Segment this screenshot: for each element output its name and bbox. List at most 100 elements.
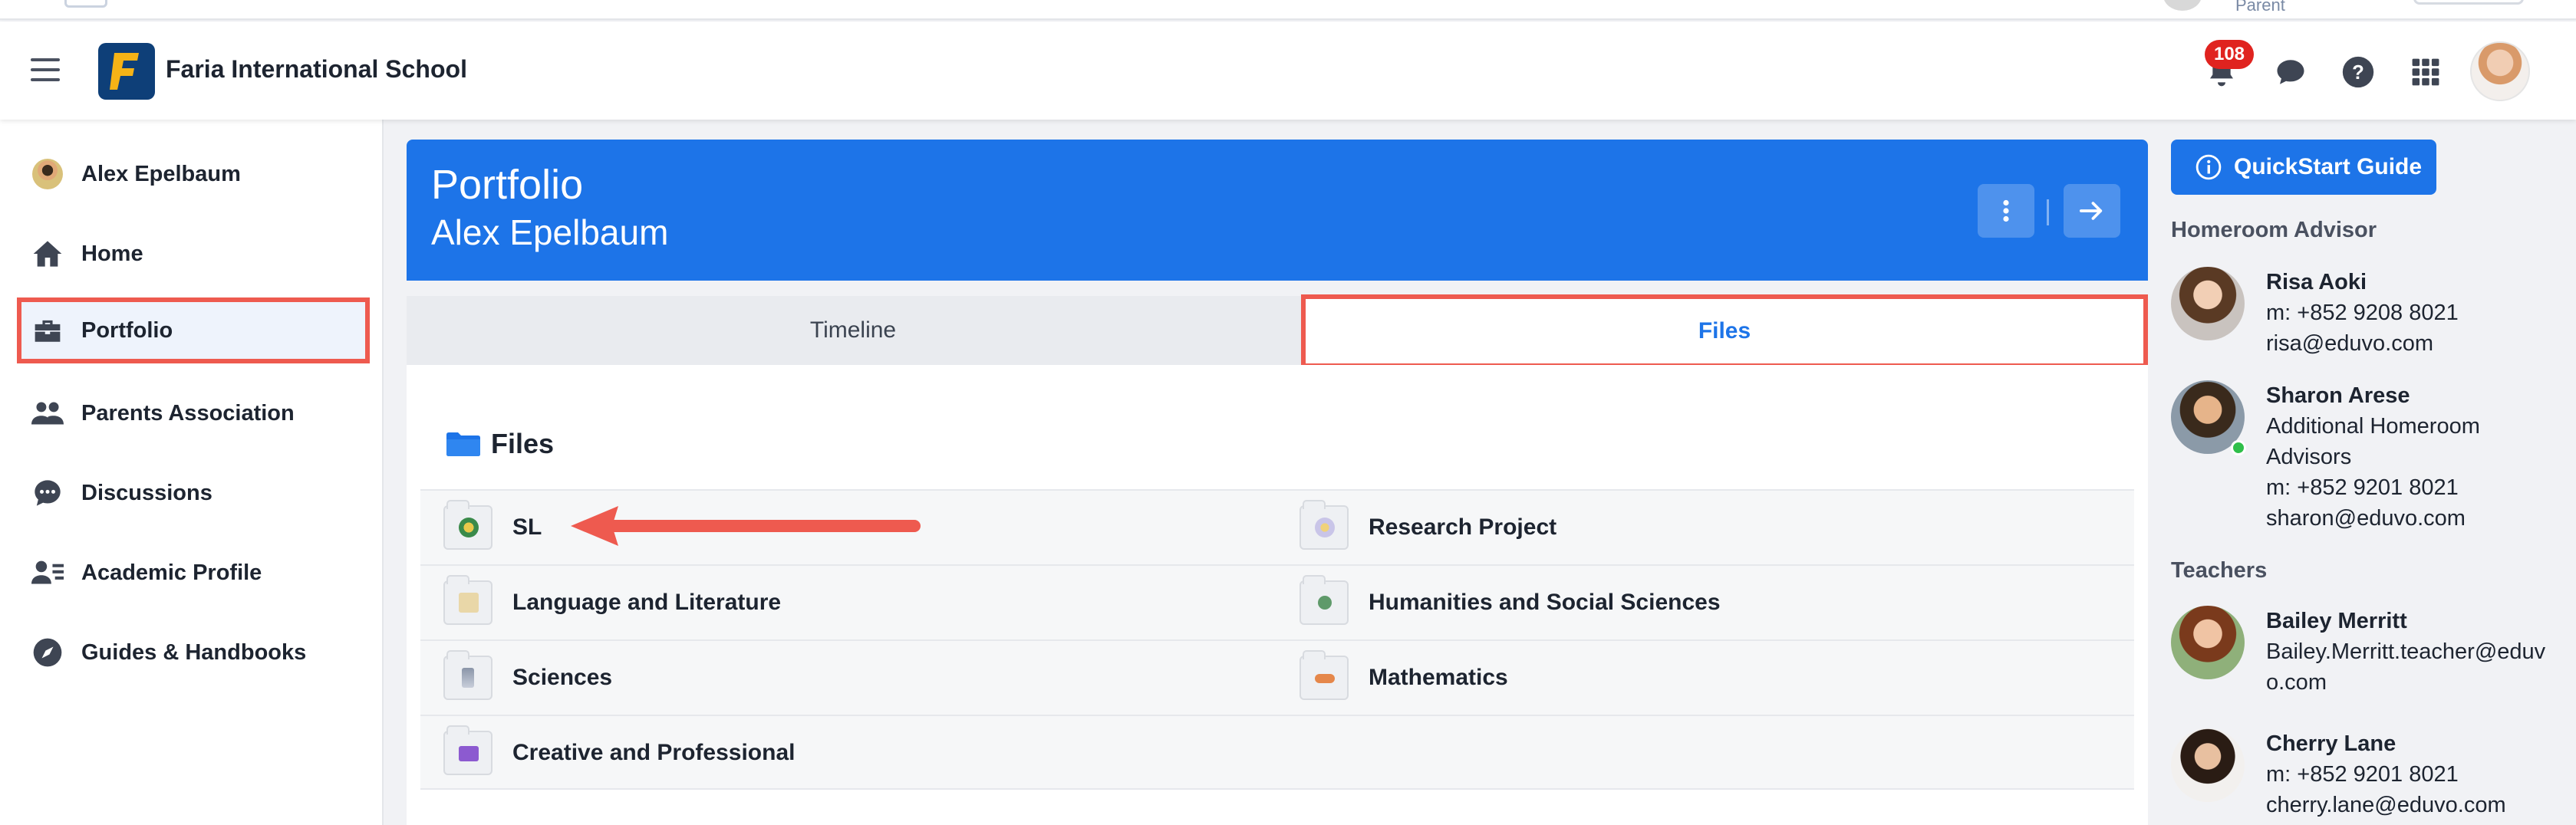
user-avatar[interactable] (2470, 41, 2530, 101)
advisor-role: Advisors (2266, 445, 2352, 469)
arrow-right-icon (2079, 202, 2103, 220)
avatar[interactable] (2171, 606, 2245, 679)
folder-icon (443, 725, 492, 775)
advisor-card: Risa Aoki m: +852 9208 8021 risa@eduvo.c… (2171, 267, 2562, 366)
table-row: Language and Literature Humanities and S… (420, 564, 2134, 639)
help-icon[interactable]: ? (2337, 51, 2380, 94)
teacher-name[interactable]: Cherry Lane (2266, 728, 2565, 759)
top-header: Faria International School 108 ? (0, 21, 2576, 120)
tab-timeline[interactable]: Timeline (407, 296, 1300, 365)
top-button[interactable] (2413, 0, 2524, 5)
app-switch-icon (64, 0, 107, 8)
tab-files[interactable]: Files (1301, 294, 2148, 368)
teachers-title: Teachers (2171, 558, 2268, 583)
teacher-email[interactable]: Bailey.Merritt.teacher@eduv (2266, 636, 2565, 667)
advisor-card: Sharon Arese Additional Homeroom Advisor… (2171, 380, 2562, 541)
teacher-phone: m: +852 9201 8021 (2266, 762, 2459, 787)
advisor-phone: m: +852 9201 8021 (2266, 475, 2459, 500)
files-heading: Files (446, 428, 554, 460)
portfolio-tabs: Timeline Files (407, 294, 2148, 368)
online-status-icon (2231, 440, 2246, 455)
banner-divider (2047, 199, 2049, 225)
annotation-arrow (571, 506, 921, 546)
sidebar-item-label: Parents Association (81, 400, 295, 426)
more-options-button[interactable] (1978, 184, 2034, 238)
teacher-card: Bailey Merritt Bailey.Merritt.teacher@ed… (2171, 606, 2562, 705)
folder-name: Mathematics (1369, 665, 1508, 690)
folder-sciences[interactable]: Sciences (420, 641, 1276, 715)
info-icon (2196, 154, 2222, 180)
top-sliver: Parent (0, 0, 2576, 20)
folder-icon (443, 650, 492, 700)
folder-name: Language and Literature (512, 590, 782, 615)
avatar[interactable] (2171, 267, 2245, 340)
quickstart-guide-button[interactable]: QuickStart Guide (2171, 140, 2436, 195)
sidebar-item-discussions[interactable]: Discussions (17, 460, 370, 526)
school-logo[interactable] (98, 43, 155, 100)
home-icon (29, 235, 66, 272)
sidebar-item-home[interactable]: Home (17, 221, 370, 287)
page-title: Portfolio (431, 162, 584, 208)
briefcase-icon (29, 312, 66, 349)
sidebar-item-portfolio[interactable]: Portfolio (17, 297, 370, 363)
teacher-email[interactable]: o.com (2266, 667, 2565, 698)
teacher-email[interactable]: cherry.lane@eduvo.com (2266, 790, 2565, 820)
teacher-card: Cherry Lane m: +852 9201 8021 cherry.lan… (2171, 728, 2562, 825)
role-label: Parent (2235, 0, 2285, 15)
sidebar-item-guides-handbooks[interactable]: Guides & Handbooks (17, 620, 370, 685)
folder-creative-professional[interactable]: Creative and Professional (420, 716, 1276, 790)
advisor-name[interactable]: Sharon Arese (2266, 380, 2565, 411)
chat-bubble-icon (29, 475, 66, 511)
main-content: Portfolio Alex Epelbaum Timeline Files F… (407, 140, 2148, 825)
left-sidebar: Alex Epelbaum Home Portfolio Parents Ass… (0, 120, 384, 825)
apps-grid-icon[interactable] (2404, 51, 2447, 94)
compass-icon (29, 634, 66, 671)
svg-text:?: ? (2352, 62, 2364, 84)
quickstart-label: QuickStart Guide (2234, 154, 2423, 179)
menu-icon[interactable] (31, 58, 60, 81)
folder-name: Creative and Professional (512, 740, 796, 765)
folder-icon (446, 432, 480, 456)
people-icon (29, 395, 66, 432)
table-row: Sciences Mathematics (420, 639, 2134, 715)
sidebar-item-label: Academic Profile (81, 560, 262, 585)
files-panel: Files SL Research Project Language and L… (407, 365, 2148, 825)
page-subtitle: Alex Epelbaum (431, 212, 669, 252)
sidebar-item-parents-association[interactable]: Parents Association (17, 380, 370, 446)
advisor-email[interactable]: sharon@eduvo.com (2266, 503, 2565, 534)
folder-name: Sciences (512, 665, 613, 690)
advisor-name[interactable]: Risa Aoki (2266, 267, 2565, 297)
folder-humanities-social-sciences[interactable]: Humanities and Social Sciences (1276, 566, 2134, 639)
sidebar-item-label: Home (81, 241, 143, 266)
folder-icon (443, 500, 492, 550)
advisor-phone: m: +852 9208 8021 (2266, 301, 2459, 325)
student-avatar-icon (32, 159, 63, 189)
folder-research-project[interactable]: Research Project (1276, 491, 2134, 564)
folder-mathematics[interactable]: Mathematics (1276, 641, 2134, 715)
more-vertical-icon (2003, 199, 2009, 222)
folder-icon (1300, 500, 1349, 550)
teacher-name[interactable]: Bailey Merritt (2266, 606, 2565, 636)
advisor-email[interactable]: risa@eduvo.com (2266, 328, 2565, 359)
notification-badge: 108 (2205, 40, 2254, 69)
folder-icon (443, 575, 492, 625)
folder-name: Humanities and Social Sciences (1369, 590, 1721, 615)
folder-name: Research Project (1369, 514, 1557, 540)
school-name[interactable]: Faria International School (166, 55, 467, 84)
sidebar-item-academic-profile[interactable]: Academic Profile (17, 540, 370, 606)
avatar[interactable] (2171, 728, 2245, 802)
folder-icon (1300, 650, 1349, 700)
portfolio-banner: Portfolio Alex Epelbaum (407, 140, 2148, 281)
sidebar-item-label: Guides & Handbooks (81, 639, 307, 665)
folder-language-literature[interactable]: Language and Literature (420, 566, 1276, 639)
sidebar-item-label: Alex Epelbaum (81, 161, 241, 186)
right-panel: QuickStart Guide Homeroom Advisor Risa A… (2148, 120, 2576, 825)
forward-button[interactable] (2064, 184, 2120, 238)
sidebar-item-label: Portfolio (81, 317, 173, 343)
files-heading-label: Files (491, 428, 555, 459)
sidebar-item-student[interactable]: Alex Epelbaum (17, 141, 370, 207)
folder-name: SL (512, 514, 542, 540)
chat-icon[interactable] (2269, 51, 2312, 94)
avatar (2163, 0, 2202, 11)
advisor-role: Additional Homeroom (2266, 414, 2480, 439)
